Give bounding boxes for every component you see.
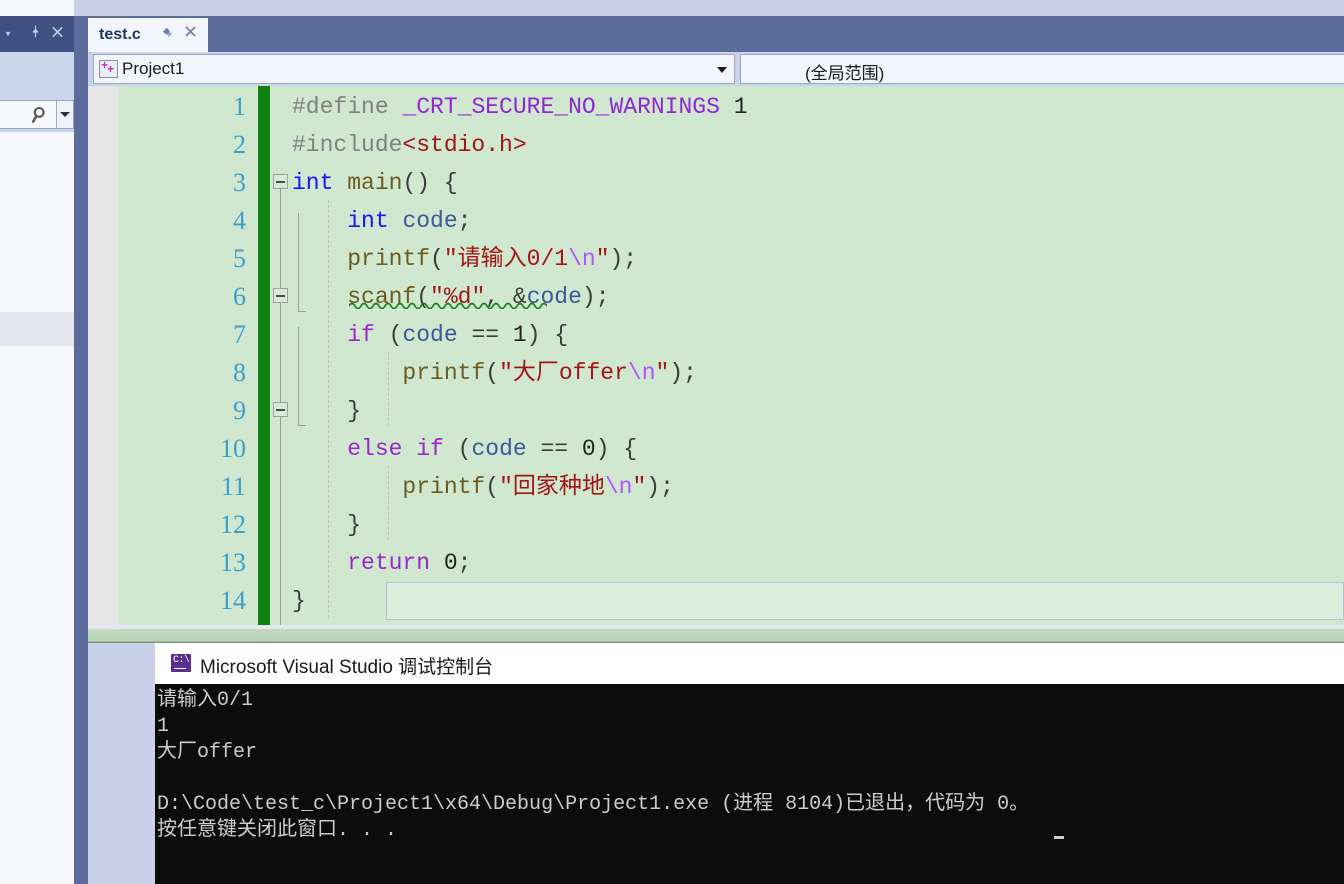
left-tool-window-titlebar: ▾	[0, 16, 74, 52]
line-number: 11	[220, 472, 246, 501]
line-number: 1	[233, 92, 246, 121]
line-number: 13	[220, 548, 246, 577]
pin-icon-svg	[32, 25, 38, 38]
code-line-13: return 0;	[347, 550, 472, 576]
search-row	[0, 99, 74, 131]
code-line-4: int code;	[347, 208, 472, 234]
tab-close-icon[interactable]	[181, 24, 199, 44]
editor-navigation-bar: + + Project1 (全局范围)	[88, 52, 1344, 86]
debug-console-window[interactable]: C:\ Microsoft Visual Studio 调试控制台 请输入0/1…	[155, 643, 1344, 884]
console-app-icon: C:\	[171, 654, 191, 672]
left-tool-window-body	[0, 52, 74, 884]
line-number: 5	[233, 244, 246, 273]
code-line-6: scanf("%d", &code);	[347, 284, 610, 310]
console-line: 大厂offer	[157, 741, 258, 764]
line-number: 9	[233, 396, 246, 425]
close-icon-svg	[51, 26, 63, 38]
tab-pin-icon[interactable]	[160, 26, 176, 44]
pin-icon-svg	[162, 27, 173, 37]
scope-dropdown-label: (全局范围)	[805, 64, 885, 83]
console-line: 1	[157, 715, 170, 738]
scope-dropdown[interactable]: (全局范围)	[740, 54, 1344, 84]
tool-window-pin-icon[interactable]	[26, 25, 44, 44]
console-output-area[interactable]: 请输入0/1 1 大厂offer D:\Code\test_c\Project1…	[155, 684, 1344, 884]
editor-indicator-margin[interactable]	[88, 86, 118, 625]
code-line-2: #include<stdio.h>	[292, 132, 527, 158]
code-line-7: if (code == 1) {	[347, 322, 569, 348]
search-icon	[31, 106, 45, 123]
code-line-9: }	[347, 398, 362, 424]
project-dropdown[interactable]: + + Project1	[93, 54, 735, 84]
project-icon: + +	[99, 58, 118, 78]
project-dropdown-label: Project1	[122, 59, 185, 78]
line-number: 6	[233, 282, 246, 311]
console-title-bar[interactable]: C:\ Microsoft Visual Studio 调试控制台	[155, 643, 1344, 684]
console-line: D:\Code\test_c\Project1\x64\Debug\Projec…	[157, 793, 1030, 816]
error-squiggle-line-6	[349, 302, 547, 309]
line-number: 10	[220, 434, 246, 463]
console-line: 按任意键关闭此窗口. . .	[157, 819, 398, 842]
tool-window-close-icon[interactable]	[48, 25, 66, 44]
tool-window-tree[interactable]	[0, 132, 74, 884]
search-input[interactable]	[0, 100, 57, 129]
visual-studio-window: ▾ test.c + + Project1 (全局范围) 1 2 3 4 5 6…	[0, 0, 1344, 884]
tool-window-dropdown-icon[interactable]: ▾	[0, 29, 16, 39]
editor-change-marker-bar	[258, 86, 270, 625]
line-number: 3	[233, 168, 246, 197]
code-line-14: }	[292, 588, 306, 614]
tab-label: test.c	[99, 26, 141, 43]
search-options-dropdown[interactable]	[57, 100, 74, 129]
current-line-highlight	[386, 582, 1344, 620]
line-number: 14	[220, 586, 246, 615]
tree-row-selected[interactable]	[0, 312, 74, 346]
line-number: 12	[220, 510, 246, 539]
editor-text-area[interactable]: #define _CRT_SECURE_NO_WARNINGS 1 #inclu…	[270, 86, 1344, 625]
close-icon-svg	[184, 26, 196, 37]
editor-line-number-margin: 1 2 3 4 5 6 7 8 9 10 11 12 13 14	[118, 86, 258, 625]
chevron-down-icon	[717, 67, 727, 73]
console-title-label: Microsoft Visual Studio 调试控制台	[200, 657, 494, 678]
line-number: 4	[233, 206, 246, 235]
code-line-8: printf("大厂offer\n");	[402, 360, 697, 386]
code-line-5: printf("请输入0/1\n");	[347, 246, 638, 272]
editor-horizontal-scrollbar[interactable]	[88, 625, 1344, 643]
window-top-strip	[0, 0, 1344, 16]
code-line-10: else if (code == 0) {	[347, 436, 638, 462]
document-tab-well	[88, 16, 1344, 52]
line-number: 8	[233, 358, 246, 387]
chevron-down-icon	[60, 112, 70, 117]
panel-splitter[interactable]	[74, 16, 88, 884]
line-number: 2	[233, 130, 246, 159]
tab-test-c[interactable]: test.c	[88, 18, 208, 52]
line-number: 7	[233, 320, 246, 349]
code-line-3: int main() {	[292, 170, 458, 196]
code-editor[interactable]: 1 2 3 4 5 6 7 8 9 10 11 12 13 14 #define…	[88, 86, 1344, 625]
code-line-11: printf("回家种地\n");	[402, 474, 674, 500]
console-caret	[1054, 836, 1064, 839]
left-tool-window: ▾	[0, 0, 74, 884]
code-line-1: #define _CRT_SECURE_NO_WARNINGS 1	[292, 94, 748, 120]
console-line: 请输入0/1	[157, 689, 254, 712]
code-line-12: }	[347, 512, 362, 538]
